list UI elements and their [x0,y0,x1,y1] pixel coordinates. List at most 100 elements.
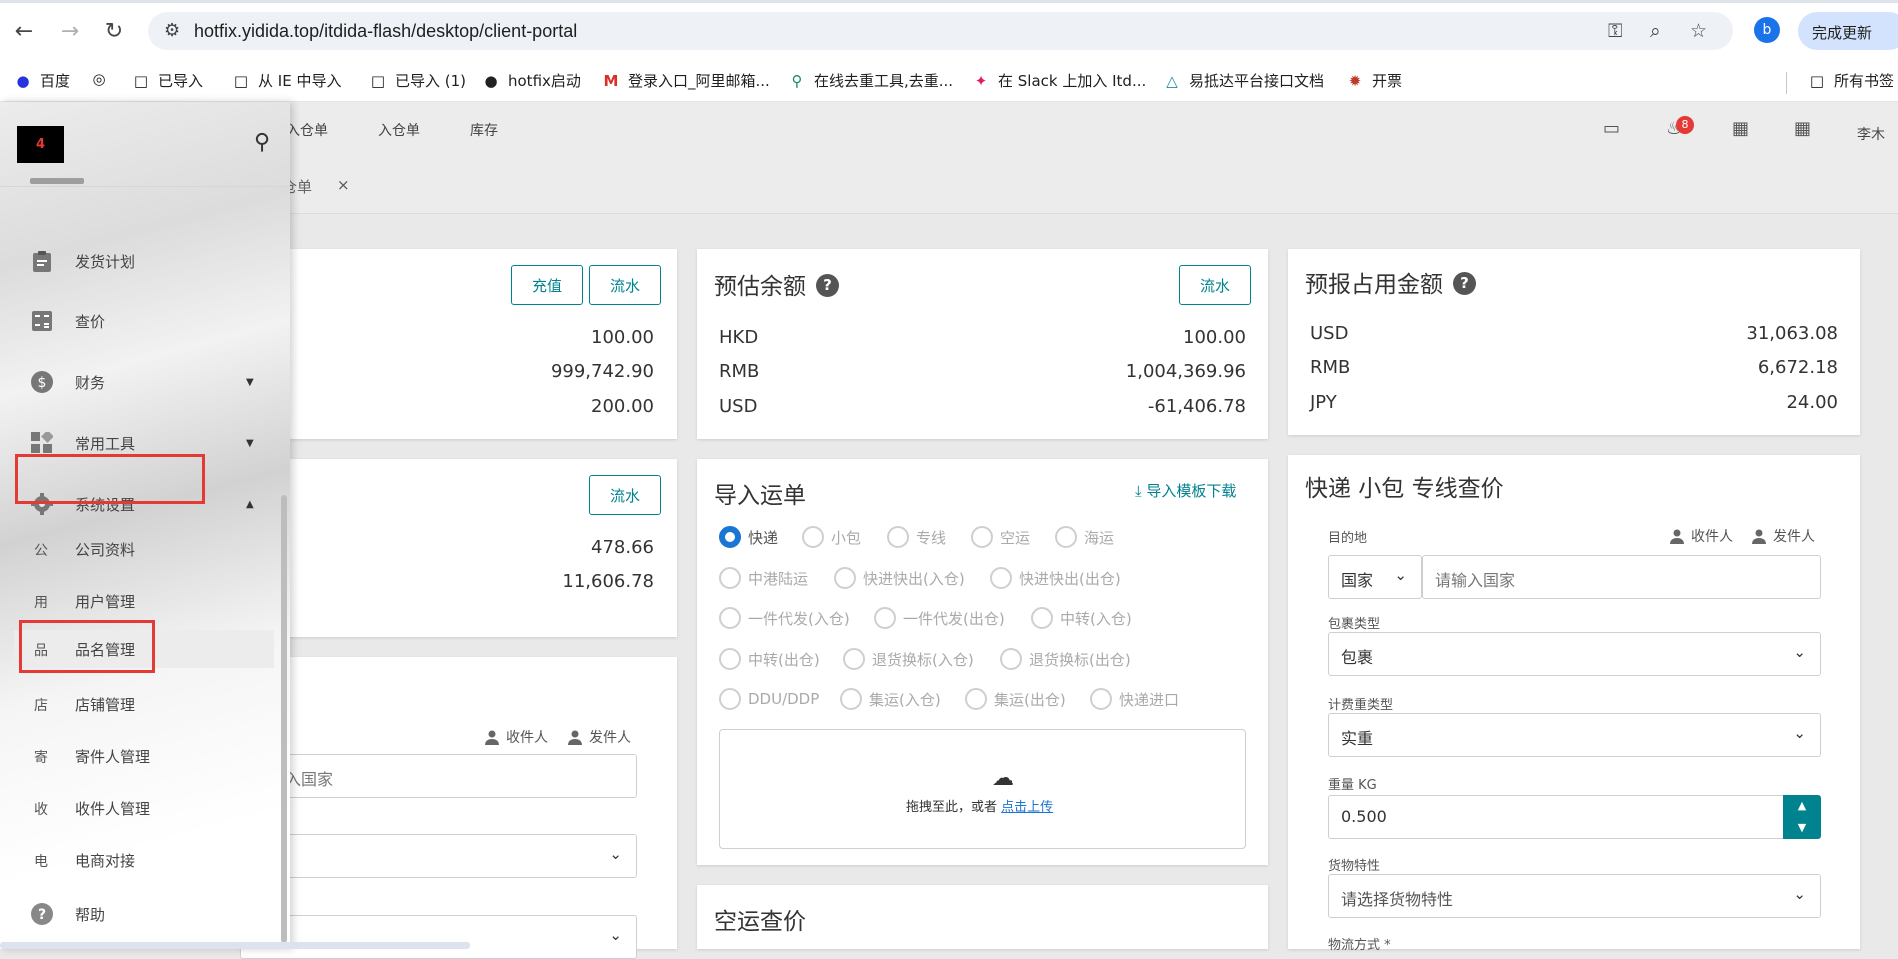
radio-transfer-in[interactable]: 中转(入仓) [1031,607,1132,629]
radio-dropship-out[interactable]: 一件代发(出仓) [874,607,1005,629]
chevron-up-icon[interactable]: ▲ [1783,795,1821,817]
express-quote-title: 快递 小包 专线查价 [1305,476,1504,502]
radio-consolidate-in[interactable]: 集运(入仓) [840,688,941,710]
radio-ddu-ddp[interactable]: DDU/DDP [719,688,819,710]
bookmark-dedupe[interactable]: ⚲ 在线去重工具,去重... [788,70,954,91]
radio-return-in[interactable]: 退货换标(入仓) [843,648,974,670]
radio-sea[interactable]: 海运 [1055,526,1114,548]
recharge-button[interactable]: 充值 [511,265,583,305]
chevron-down-icon[interactable]: ▼ [1783,817,1821,839]
address-bar[interactable]: ⚙ hotfix.yidida.top/itdida-flash/desktop… [148,12,1733,50]
profile-avatar[interactable]: b [1754,17,1780,43]
paw-icon: ● [16,71,30,90]
help-circle-icon[interactable]: ? [1453,272,1476,295]
bookmark-slack[interactable]: ✦ 在 Slack 上加入 Itd... [972,70,1147,91]
bookmark-folder-ie[interactable]: □ 从 IE 中导入 [232,70,342,91]
sidebar-sub-ecommerce[interactable]: 电电商对接 [0,841,275,879]
bookmark-baidu[interactable]: ● 百度 [14,70,70,91]
nav-inventory[interactable]: 库存 [470,120,498,140]
radio-small-packet[interactable]: 小包 [802,526,861,548]
calendar-icon[interactable]: ▦ [1732,118,1749,139]
url-text[interactable]: hotfix.yidida.top/itdida-flash/desktop/c… [194,21,577,42]
app-logo[interactable]: 4 [17,126,64,163]
estimated-flow-button[interactable]: 流水 [1179,265,1251,305]
chevron-down-icon: ⌄ [1793,724,1806,742]
credit-value: 11,606.78 [562,571,654,592]
apps-grid-icon[interactable]: ▦ [1794,118,1811,139]
radio-express[interactable]: 快递 [719,526,778,548]
password-key-icon[interactable]: ⚿ [1608,20,1622,42]
radio-dedicated-line[interactable]: 专线 [887,526,946,548]
bookmark-star-icon[interactable]: ☆ [1690,20,1707,42]
weight-type-select[interactable]: 实重 ⌄ [1328,713,1821,757]
horizontal-scrollbar[interactable] [0,942,470,949]
balance-flow-button[interactable]: 流水 [589,265,661,305]
country-input[interactable]: 入国家 [240,754,637,798]
bookmark-aliyun-mail[interactable]: M 登录入口_阿里邮箱... [602,70,770,91]
package-type-select[interactable]: 包裹 ⌄ [1328,632,1821,676]
credit-flow-button[interactable]: 流水 [589,475,661,515]
sidebar-divider [0,186,290,187]
click-upload-link[interactable]: 点击上传 [1001,800,1053,815]
template-download-link[interactable]: ⤓ 导入模板下载 [1135,480,1236,501]
upload-dropzone[interactable]: ☁ 拖拽至此，或者 点击上传 [719,729,1246,849]
nav-inbound-1[interactable]: 入仓单 [286,120,328,140]
radio-transfer-out[interactable]: 中转(出仓) [719,648,820,670]
update-button[interactable]: 完成更新 [1798,12,1898,50]
forward-icon[interactable]: → [52,13,88,49]
sidebar-sub-user-management[interactable]: 用用户管理 [0,582,275,620]
radio-dropship-in[interactable]: 一件代发(入仓) [719,607,850,629]
sidebar-sub-shops[interactable]: 店店铺管理 [0,685,275,723]
sidebar-item-finance[interactable]: $ 财务 ▼ [0,362,275,402]
bookmark-api-docs[interactable]: △ 易抵达平台接口文档 [1163,70,1324,91]
sidebar-scrollbar[interactable] [281,495,287,943]
credit-card: 流水 478.66 11,606.78 [240,459,677,637]
estimated-balance-card: 预估余额? 流水 HKD 100.00 RMB 1,004,369.96 USD… [697,249,1268,439]
site-info-icon[interactable]: ⚙ [164,20,180,41]
country-input[interactable]: 请输入国家 [1422,555,1821,599]
sidebar-sub-senders[interactable]: 寄寄件人管理 [0,737,275,775]
sidebar-item-pricing[interactable]: 查价 [0,301,275,341]
balance-card: 充值 流水 100.00 999,742.90 200.00 [240,249,677,439]
radio-express-import[interactable]: 快递进口 [1090,688,1179,710]
person-icon [1669,528,1685,544]
help-circle-icon[interactable]: ? [816,274,839,297]
folder-icon: □ [1809,71,1825,90]
reload-icon[interactable]: ↻ [96,13,132,49]
bookmark-all[interactable]: □ 所有书签 [1808,70,1894,91]
bookmark-invoice[interactable]: ✹ 开票 [1346,70,1402,91]
country-type-select[interactable]: 国家 ⌄ [1328,555,1422,599]
zoom-icon[interactable]: ⌕ [1650,20,1661,42]
express-quote-card: 快递 小包 专线查价 目的地 收件人 发件人 国家 ⌄ 请输入国家 包裹类型 包裹… [1288,455,1860,953]
bookmark-globe[interactable]: ◎ [90,70,116,88]
weight-stepper[interactable]: ▲ ▼ [1783,795,1821,839]
radio-hk-land[interactable]: 中港陆运 [719,567,808,589]
sidebar-item-shipping-plan[interactable]: 发货计划 [0,241,275,281]
message-icon[interactable]: ▭ [1603,118,1620,139]
radio-consolidate-out[interactable]: 集运(出仓) [965,688,1066,710]
pin-icon[interactable]: ⚲ [254,130,270,155]
receiver-toggle[interactable]: 收件人 [1669,526,1733,546]
package-type-select[interactable]: ⌄ [240,834,637,878]
back-icon[interactable]: ← [6,13,42,49]
sidebar-item-help[interactable]: ? 帮助 [0,894,275,934]
receiver-toggle[interactable]: 收件人 [484,727,548,747]
user-name[interactable]: 李木 [1857,124,1885,144]
goods-attribute-select[interactable]: 请选择货物特性 ⌄ [1328,874,1821,918]
radio-air[interactable]: 空运 [971,526,1030,548]
cloud-upload-icon: ☁ [992,766,1014,791]
sender-toggle[interactable]: 发件人 [567,727,631,747]
sender-toggle[interactable]: 发件人 [1751,526,1815,546]
bookmark-hotfix[interactable]: ● hotfix启动 [482,70,580,91]
sidebar-sub-receivers[interactable]: 收收件人管理 [0,789,275,827]
weight-input[interactable]: 0.500 [1328,795,1785,839]
tab-close-icon[interactable]: × [337,176,350,194]
radio-fast-in[interactable]: 快进快出(入仓) [834,567,965,589]
weight-type-select[interactable]: ⌄ [240,915,637,959]
nav-inbound-2[interactable]: 入仓单 [378,120,420,140]
radio-return-out[interactable]: 退货换标(出仓) [1000,648,1131,670]
radio-fast-out[interactable]: 快进快出(出仓) [990,567,1121,589]
sidebar-sub-company-info[interactable]: 公公司资料 [0,530,275,568]
bookmark-folder-imported[interactable]: □ 已导入 [132,70,203,91]
bookmark-folder-imported-1[interactable]: □ 已导入 (1) [369,70,466,91]
